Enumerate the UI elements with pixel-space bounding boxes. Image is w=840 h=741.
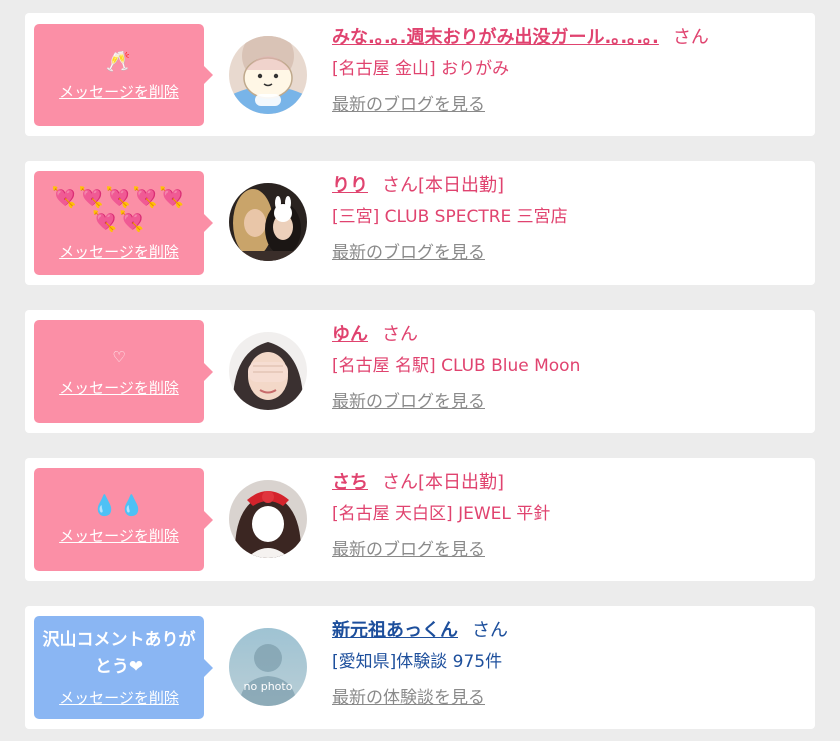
latest-blog-link[interactable]: 最新のブログを見る <box>332 93 709 117</box>
status-text: [本日出勤] <box>418 175 505 196</box>
message-text: 💘💘💘💘💘💘💘 <box>51 184 187 233</box>
profile-name-link[interactable]: 新元祖あっくん <box>332 620 458 641</box>
delete-message-link[interactable]: メッセージを削除 <box>59 377 179 398</box>
delete-message-link[interactable]: メッセージを削除 <box>59 81 179 102</box>
latest-blog-link[interactable]: 最新のブログを見る <box>332 390 580 414</box>
list-item: 💧💧 メッセージを削除 さち さん[本日出勤] [名古屋 天白区] JEWEL 平… <box>25 458 815 581</box>
woman-covering-eyes-avatar[interactable] <box>229 332 307 410</box>
favorite-list: 🥂 メッセージを削除 みな.｡.｡.週末おりがみ出没ガール.｡.｡.｡. さん [… <box>0 0 840 741</box>
shop-info: [名古屋 名駅] CLUB Blue Moon <box>332 356 581 376</box>
review-info: [愛知県]体験談 975件 <box>332 652 503 672</box>
two-women-photo-avatar[interactable] <box>229 183 307 261</box>
profile-name-link[interactable]: ゆん <box>332 324 368 345</box>
list-item: ♡ メッセージを削除 ゆん さん [名古屋 名駅] CLUB Blue Moon … <box>25 310 815 433</box>
no-photo-label: no photo <box>243 680 293 693</box>
list-item: 💘💘💘💘💘💘💘 メッセージを削除 りり さん[本日出勤] [三宮] CLUB SP… <box>25 161 815 285</box>
message-text: 💧💧 <box>92 493 146 517</box>
list-item: 🥂 メッセージを削除 みな.｡.｡.週末おりがみ出没ガール.｡.｡.｡. さん [… <box>25 13 815 136</box>
shop-info: [名古屋 金山] おりがみ <box>332 59 510 79</box>
shop-info: [三宮] CLUB SPECTRE 三宮店 <box>332 207 568 227</box>
no-photo-silhouette-avatar[interactable]: no photo <box>229 628 307 706</box>
profile-name-link[interactable]: りり <box>332 175 368 196</box>
woman-red-ribbon-avatar[interactable] <box>229 480 307 558</box>
delete-message-link[interactable]: メッセージを削除 <box>59 687 179 708</box>
status-text: [本日出勤] <box>418 472 505 493</box>
honorific: さん <box>382 472 418 493</box>
honorific: さん <box>382 324 418 345</box>
message-bubble: 🥂 メッセージを削除 <box>34 24 213 126</box>
honorific: さん <box>472 620 508 641</box>
message-bubble: ♡ メッセージを削除 <box>34 320 213 423</box>
character-illustration-avatar[interactable] <box>229 36 307 114</box>
honorific: さん <box>672 27 709 48</box>
message-text: 🥂 <box>105 48 133 73</box>
latest-review-link[interactable]: 最新の体験談を見る <box>332 686 508 710</box>
latest-blog-link[interactable]: 最新のブログを見る <box>332 538 550 562</box>
message-text: 沢山コメントありがとう❤ <box>42 630 196 677</box>
message-bubble: 💧💧 メッセージを削除 <box>34 468 213 571</box>
list-item: 沢山コメントありがとう❤ メッセージを削除 no photo 新元祖あっくん さん <box>25 606 815 729</box>
shop-info: [名古屋 天白区] JEWEL 平針 <box>332 504 551 524</box>
profile-name-link[interactable]: さち <box>332 472 368 493</box>
profile-name-link[interactable]: みな.｡.｡.週末おりがみ出没ガール.｡.｡.｡. <box>332 27 659 48</box>
delete-message-link[interactable]: メッセージを削除 <box>59 241 179 262</box>
latest-blog-link[interactable]: 最新のブログを見る <box>332 241 568 265</box>
message-text: ♡ <box>112 348 126 366</box>
message-bubble: 💘💘💘💘💘💘💘 メッセージを削除 <box>34 171 213 275</box>
honorific: さん <box>382 175 418 196</box>
message-bubble: 沢山コメントありがとう❤ メッセージを削除 <box>34 616 213 719</box>
delete-message-link[interactable]: メッセージを削除 <box>59 525 179 546</box>
